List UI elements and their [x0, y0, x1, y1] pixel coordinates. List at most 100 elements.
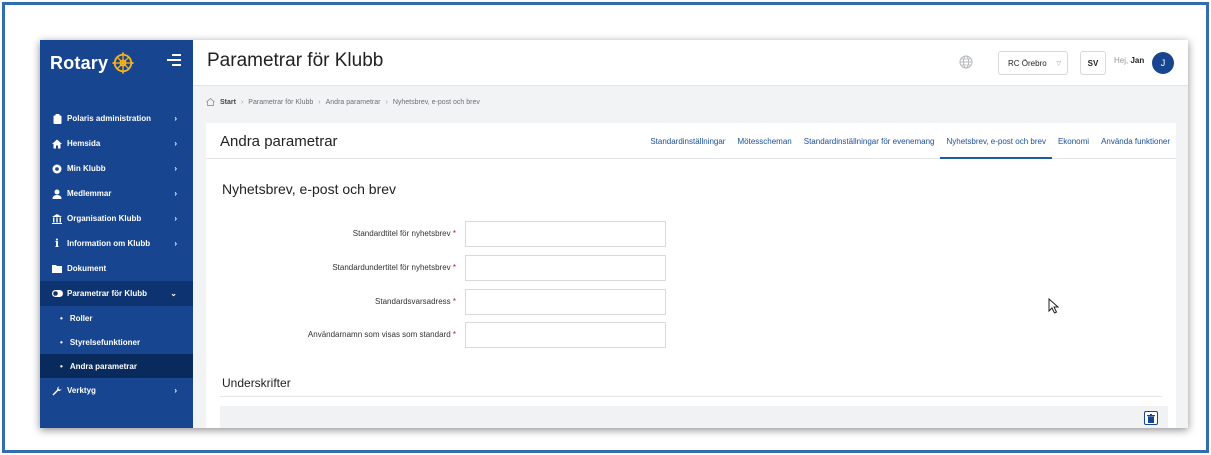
app-window: Rotary Polaris administration › Hemsida … — [40, 40, 1188, 428]
tab-motesscheman[interactable]: Mötesscheman — [731, 123, 797, 159]
sidebar-item-label: Parametrar för Klubb — [67, 289, 148, 298]
chevron-right-icon: › — [174, 239, 177, 248]
sidebar-subitem-roller[interactable]: • Roller — [40, 306, 193, 330]
newsletter-title-input[interactable] — [465, 221, 666, 247]
chevron-down-icon: ⌄ — [170, 289, 177, 298]
user-icon — [52, 189, 62, 199]
sidebar-collapse-icon[interactable] — [167, 54, 181, 68]
sidebar-subitem-styrelsefunktioner[interactable]: • Styrelsefunktioner — [40, 330, 193, 354]
sidebar-item-label: Information om Klubb — [67, 239, 151, 248]
field-label: Standardsvarsadress * — [375, 297, 456, 306]
card-header: Andra parametrar Standardinställningar M… — [206, 123, 1176, 159]
tab-evenemang[interactable]: Standardinställningar för evenemang — [798, 123, 941, 159]
chevron-right-icon: › — [174, 114, 177, 123]
sidebar-item-information[interactable]: i Information om Klubb › — [40, 231, 193, 256]
sidebar-subitem-andra-parametrar[interactable]: • Andra parametrar — [40, 354, 193, 378]
language-button[interactable]: SV — [1080, 51, 1106, 75]
newsletter-subtitle-input[interactable] — [465, 255, 666, 281]
required-mark: * — [452, 229, 456, 238]
field-label: Användarnamn som visas som standard * — [307, 330, 456, 339]
home-icon — [52, 139, 62, 149]
rotary-wheel-icon — [112, 52, 134, 74]
sidebar-item-polaris[interactable]: Polaris administration › — [40, 106, 193, 131]
breadcrumb-start[interactable]: Start — [220, 99, 236, 106]
reply-address-input[interactable] — [465, 289, 666, 315]
sidebar-item-organisation[interactable]: Organisation Klubb › — [40, 206, 193, 231]
card-title: Andra parametrar — [220, 133, 338, 150]
form-row: Standardtitel för nyhetsbrev * — [206, 221, 666, 247]
home-icon[interactable] — [206, 98, 215, 106]
trash-icon — [1147, 413, 1155, 423]
breadcrumb-item[interactable]: Parametrar för Klubb — [248, 99, 313, 106]
building-icon — [52, 213, 62, 224]
required-mark: * — [452, 330, 456, 339]
field-label: Standardundertitel för nyhetsbrev * — [332, 263, 456, 272]
sidebar-item-hemsida[interactable]: Hemsida › — [40, 131, 193, 156]
sidebar-item-label: Min Klubb — [67, 164, 106, 173]
page-title: Parametrar för Klubb — [207, 50, 384, 71]
tab-ekonomi[interactable]: Ekonomi — [1052, 123, 1095, 159]
breadcrumb-separator: › — [385, 98, 388, 106]
top-header: Parametrar för Klubb RC Örebro ▽ SV Hej,… — [193, 40, 1188, 86]
user-greeting[interactable]: Hej, Jan — [1114, 56, 1144, 65]
sidebar-item-verktyg[interactable]: Verktyg › — [40, 378, 193, 403]
sidebar-item-dokument[interactable]: Dokument — [40, 256, 193, 281]
sidebar-item-label: Polaris administration — [67, 114, 152, 123]
bullet-icon: • — [60, 361, 63, 371]
wrench-icon — [52, 386, 62, 396]
tab-anvanda-funktioner[interactable]: Använda funktioner — [1095, 123, 1176, 159]
field-label: Standardtitel för nyhetsbrev * — [352, 229, 456, 238]
sidebar: Rotary Polaris administration › Hemsida … — [40, 40, 193, 428]
form-row: Standardundertitel för nyhetsbrev * — [206, 255, 666, 281]
brand-text: Rotary — [50, 52, 109, 73]
content-card: Andra parametrar Standardinställningar M… — [206, 123, 1176, 428]
sidebar-item-label: Organisation Klubb — [67, 214, 142, 223]
breadcrumb-item[interactable]: Andra parametrar — [326, 99, 381, 106]
sidebar-subitem-label: Roller — [69, 313, 93, 323]
sidebar-item-label: Hemsida — [67, 139, 101, 148]
sidebar-item-parametrar[interactable]: Parametrar för Klubb ⌄ — [40, 281, 193, 306]
sidebar-subitem-label: Andra parametrar — [69, 361, 137, 371]
globe-icon[interactable] — [959, 55, 973, 69]
form-row: Användarnamn som visas som standard * — [206, 322, 666, 348]
required-mark: * — [452, 263, 456, 272]
breadcrumb-current: Nyhetsbrev, e-post och brev — [392, 98, 480, 106]
breadcrumb: Start › Parametrar för Klubb › Andra par… — [206, 98, 480, 106]
signature-row — [220, 406, 1168, 428]
tab-nyhetsbrev[interactable]: Nyhetsbrev, e-post och brev — [940, 123, 1053, 159]
info-icon: i — [54, 236, 60, 250]
required-mark: * — [452, 297, 456, 306]
sidebar-subitem-label: Styrelsefunktioner — [69, 337, 141, 347]
sidebar-nav: Polaris administration › Hemsida › Min K… — [40, 106, 193, 403]
chevron-right-icon: › — [174, 139, 177, 148]
greeting-text: Hej, — [1114, 56, 1129, 65]
rotary-icon — [52, 164, 62, 174]
form-row: Standardsvarsadress * — [206, 289, 666, 315]
sidebar-item-label: Medlemmar — [67, 189, 112, 198]
sidebar-item-min-klubb[interactable]: Min Klubb › — [40, 156, 193, 181]
toggle-icon — [52, 289, 63, 299]
signatures-title: Underskrifter — [222, 376, 291, 390]
sidebar-item-medlemmar[interactable]: Medlemmar › — [40, 181, 193, 206]
chevron-down-icon: ▽ — [1056, 60, 1061, 67]
avatar[interactable]: J — [1152, 52, 1174, 74]
chevron-right-icon: › — [174, 214, 177, 223]
display-username-input[interactable] — [465, 322, 666, 348]
chevron-right-icon: › — [174, 386, 177, 395]
bullet-icon: • — [60, 313, 63, 323]
user-name: Jan — [1130, 56, 1145, 65]
breadcrumb-separator: › — [240, 98, 244, 106]
tab-bar: Standardinställningar Mötesscheman Stand… — [644, 123, 1176, 159]
breadcrumb-separator: › — [318, 98, 321, 106]
sidebar-item-label: Dokument — [67, 264, 107, 273]
bullet-icon: • — [60, 337, 63, 347]
sidebar-item-label: Verktyg — [67, 386, 96, 395]
section-title: Nyhetsbrev, e-post och brev — [222, 181, 397, 197]
folder-icon — [52, 264, 62, 274]
chevron-right-icon: › — [174, 164, 177, 173]
club-select[interactable]: RC Örebro ▽ — [998, 51, 1068, 75]
club-select-value: RC Örebro — [1008, 58, 1047, 68]
tab-standardinstallningar[interactable]: Standardinställningar — [644, 123, 731, 159]
delete-button[interactable] — [1144, 411, 1158, 425]
clipboard-icon — [52, 113, 62, 124]
